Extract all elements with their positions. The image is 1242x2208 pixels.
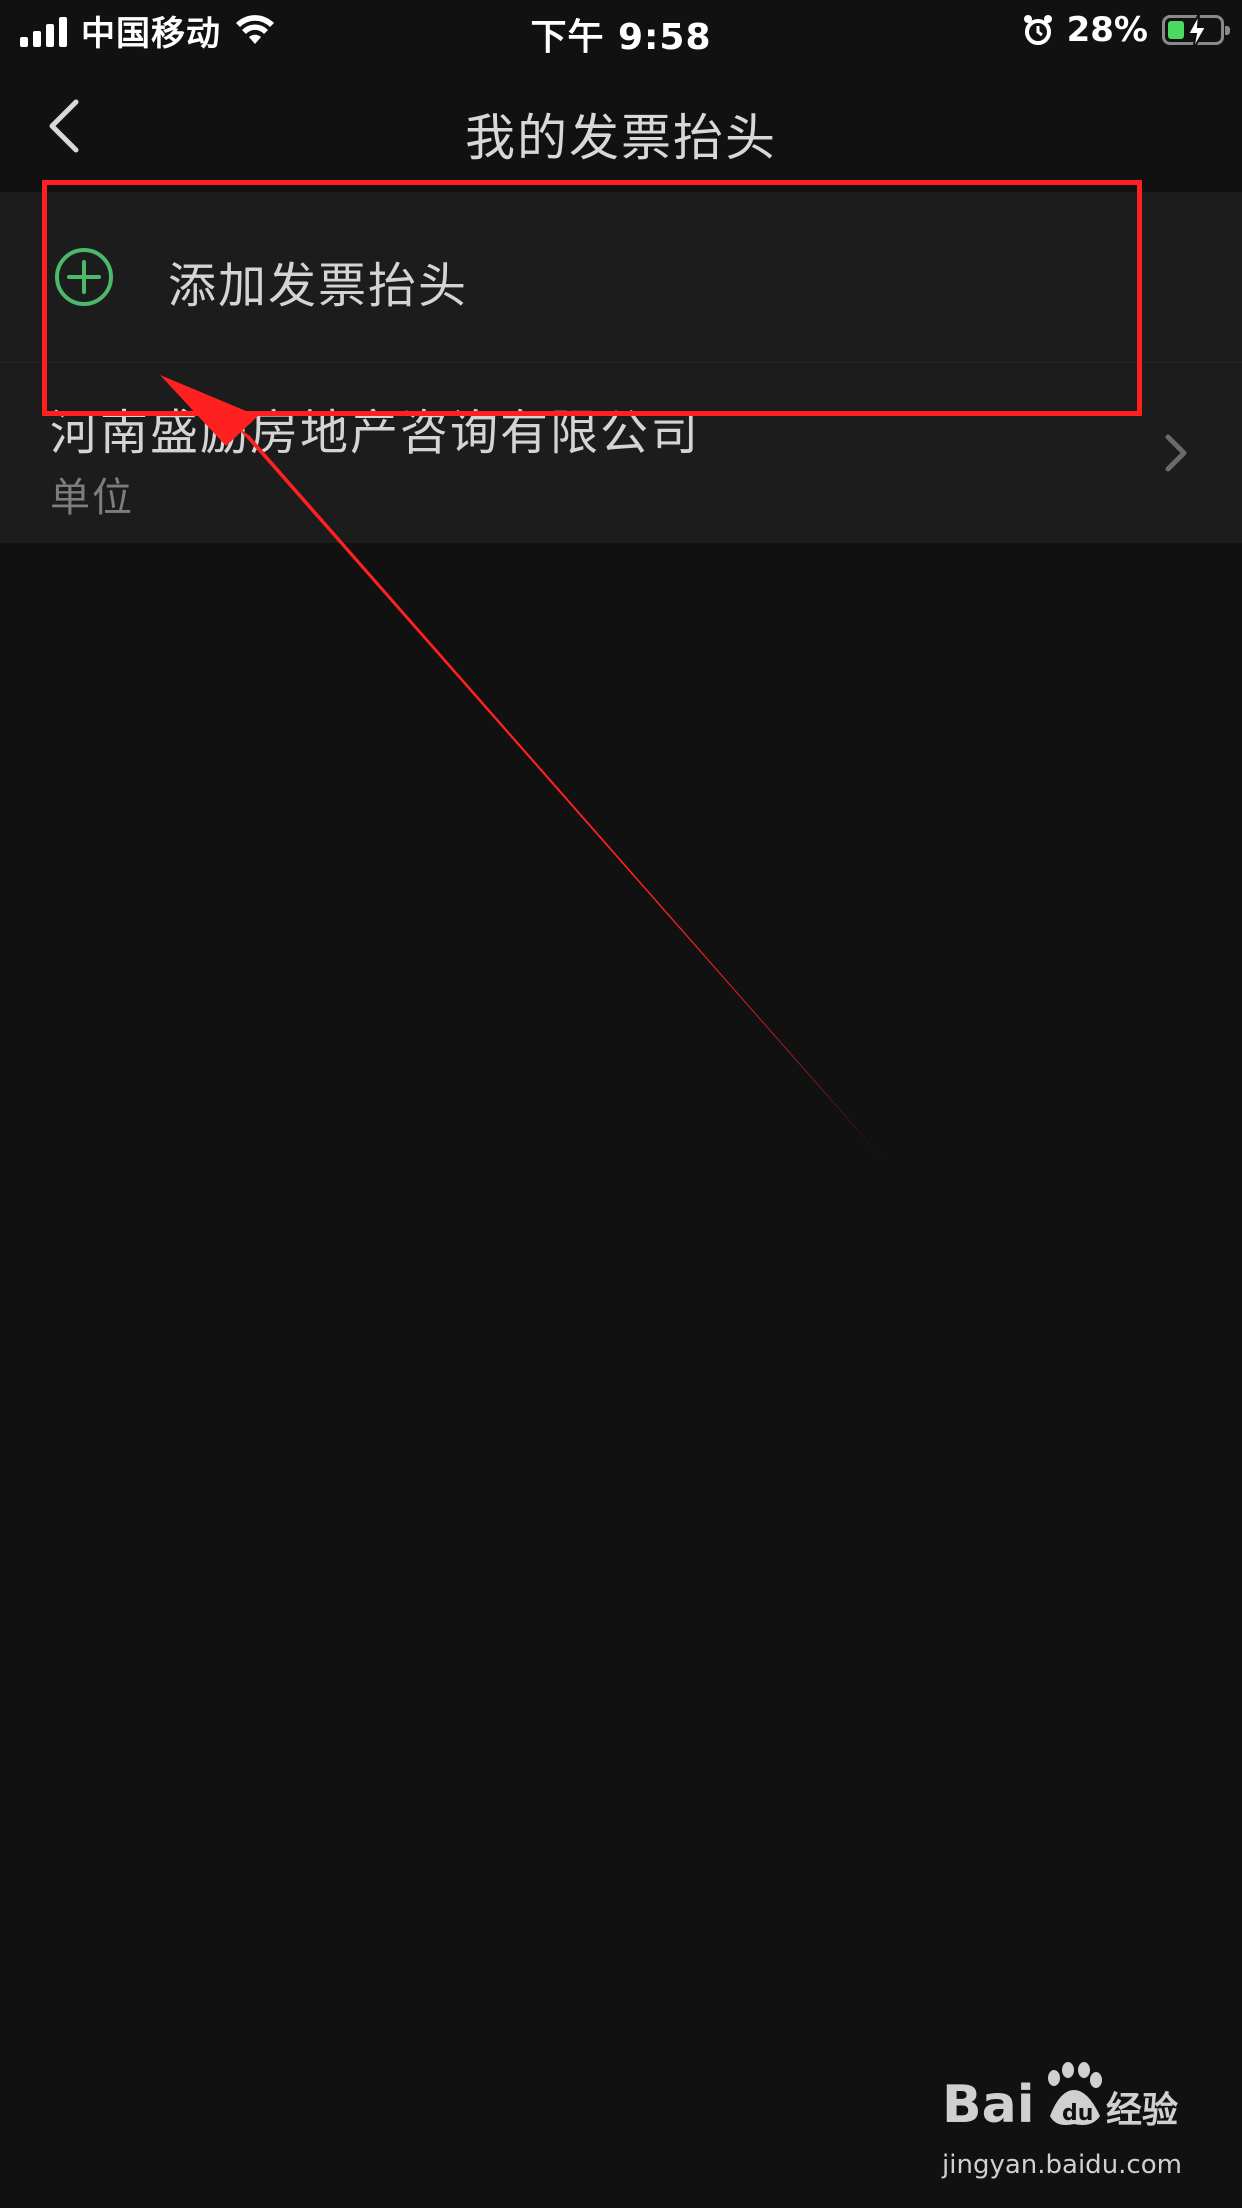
- status-right: 28%: [1023, 10, 1230, 51]
- baidu-jingyan-logo: Bai du 经验: [942, 2062, 1178, 2135]
- svg-text:du: du: [1062, 2101, 1093, 2126]
- alarm-icon: [1023, 15, 1052, 45]
- svg-text:Bai: Bai: [942, 2075, 1035, 2135]
- battery-percent: 28%: [1066, 10, 1148, 50]
- watermark-url: jingyan.baidu.com: [942, 2150, 1182, 2180]
- baidu-jingyan-watermark: Bai du 经验 jingyan.baidu.com: [942, 2050, 1182, 2180]
- invoice-title-type: 单位: [50, 475, 134, 521]
- navigation-bar: 我的发票抬头: [0, 60, 1242, 192]
- svg-text:经验: 经验: [1106, 2090, 1178, 2131]
- annotation-highlight-box: [42, 180, 1142, 416]
- battery-charging-icon: [1162, 13, 1230, 51]
- page-title: 我的发票抬头: [465, 109, 777, 167]
- status-bar: 中国移动 下午 9:58 28%: [0, 0, 1242, 60]
- invoice-title-page: 中国移动 下午 9:58 28% 我的发票抬头 添加发票抬头 河南盛励房地产咨询…: [0, 0, 1242, 2208]
- chevron-right-icon: [1165, 434, 1187, 472]
